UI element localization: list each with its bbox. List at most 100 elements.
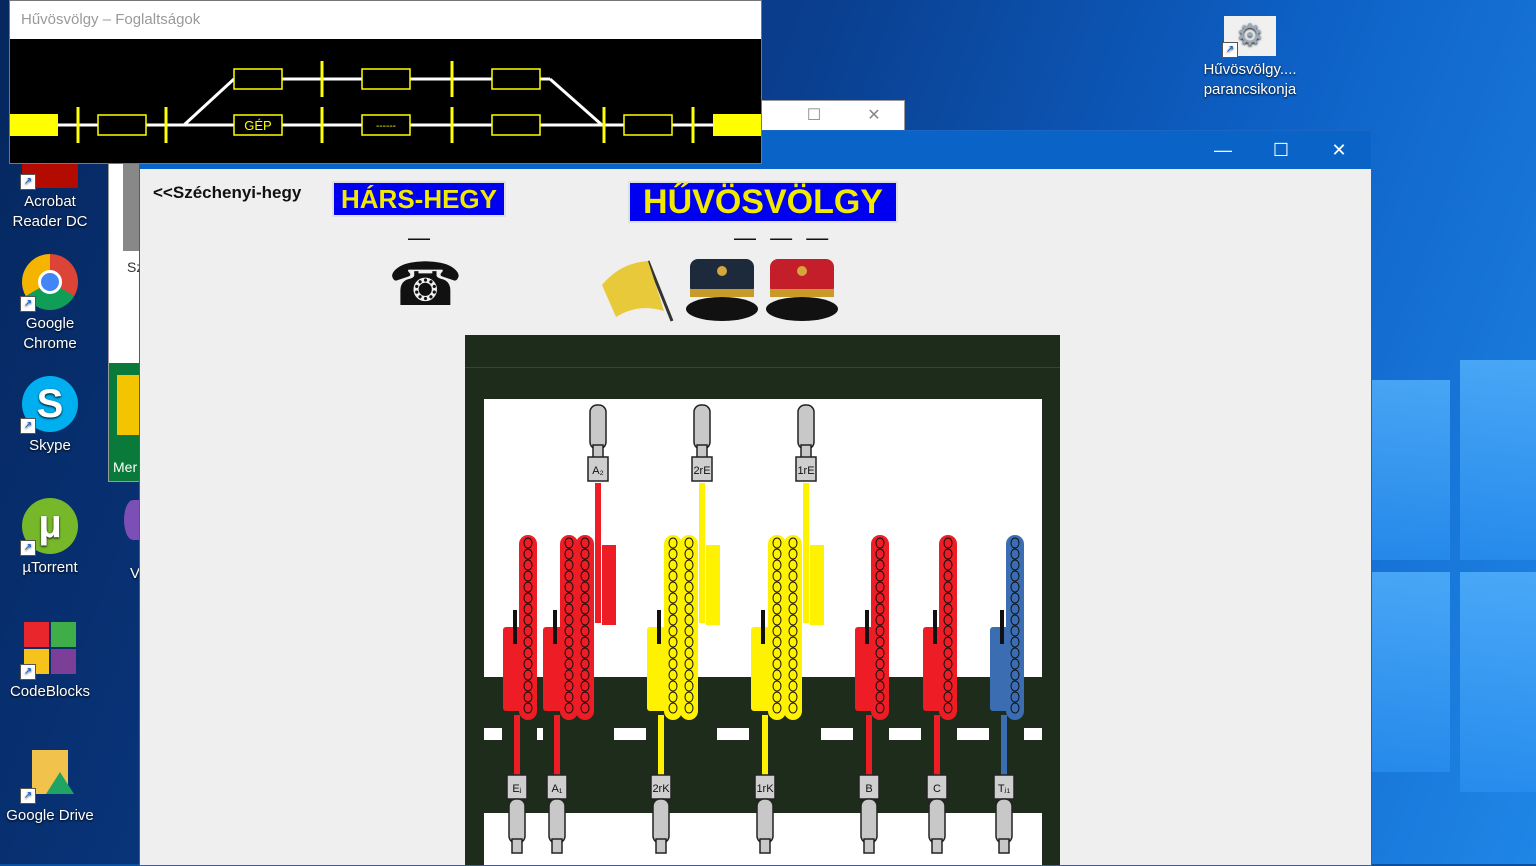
- lever-plate-1rK: 1rK: [754, 774, 776, 800]
- lever-handle-bottom[interactable]: [508, 798, 526, 854]
- desktop-icon-chrome[interactable]: ↗ Google Chrome: [2, 254, 98, 354]
- desktop-icon-label: Google: [25, 315, 75, 332]
- lever-plate-A₂: A₂: [587, 456, 609, 482]
- svg-text:2rK: 2rK: [652, 783, 670, 795]
- desktop-icon-label: Chrome: [23, 335, 77, 352]
- svg-text:B: B: [865, 783, 872, 795]
- desktop-icon-label: Google Drive: [6, 807, 94, 824]
- desktop-icon-label: parancsikonja: [1203, 81, 1297, 98]
- lever-handle-bottom[interactable]: [928, 798, 946, 854]
- desktop-icon-huvosvolgy[interactable]: ⚙ ↗ Hűvösvölgy.... parancsikonja: [1202, 16, 1298, 100]
- desktop-icon-label: CodeBlocks: [9, 683, 91, 700]
- occupancy-titlebar[interactable]: Hűvösvölgy – Foglaltságok: [10, 1, 761, 39]
- lever-chain[interactable]: [560, 535, 578, 720]
- desktop-icon-utorrent[interactable]: µ ↗ µTorrent: [2, 498, 98, 578]
- desktop-icon-codeblocks[interactable]: ↗ CodeBlocks: [2, 622, 98, 702]
- lever-handle-top[interactable]: [797, 404, 815, 460]
- lever-chain[interactable]: [576, 535, 594, 720]
- prev-station-label[interactable]: HÁRS-HEGY: [332, 181, 506, 217]
- track-section[interactable]: [623, 114, 673, 136]
- neighbor-station-link[interactable]: <<Széchenyi-hegy: [153, 183, 301, 203]
- lever-plate-B: B: [858, 774, 880, 800]
- occupancy-window[interactable]: Hűvösvölgy – Foglaltságok GÉP ------: [9, 0, 762, 164]
- shortcut-arrow-icon: ↗: [20, 788, 36, 804]
- stationmaster-cap-icon[interactable]: [764, 253, 840, 325]
- main-interlocking-window[interactable]: — ☐ ✕ <<Széchenyi-hegy HÁRS-HEGY HŰVÖSVÖ…: [139, 130, 1372, 866]
- lever-handle-bottom[interactable]: [548, 798, 566, 854]
- svg-text:C: C: [933, 783, 941, 795]
- track-switch-left: [182, 77, 236, 127]
- lever-chain[interactable]: [784, 535, 802, 720]
- occupancy-title: Hűvösvölgy – Foglaltságok: [21, 11, 201, 28]
- desktop-icon-label: Skype: [29, 437, 71, 454]
- track-label-dashes: ------: [376, 121, 396, 132]
- desktop-icon-label: Reader DC: [12, 213, 88, 230]
- maximize-button[interactable]: ☐: [1252, 131, 1310, 169]
- lever-chain[interactable]: [768, 535, 786, 720]
- lever-handle-bottom[interactable]: [995, 798, 1013, 854]
- lever-handle-top[interactable]: [589, 404, 607, 460]
- mer-app-tile[interactable]: Mer: [109, 363, 139, 481]
- shortcut-arrow-icon: ↗: [20, 664, 36, 680]
- lever-handle-bottom[interactable]: [756, 798, 774, 854]
- desktop-icon-skype[interactable]: S ↗ Skype: [2, 376, 98, 456]
- lever-handle-top[interactable]: [693, 404, 711, 460]
- lever-latch: [553, 610, 557, 644]
- desktop-icon-label: Acrobat: [24, 193, 76, 210]
- lever-body: [706, 545, 720, 625]
- track-section[interactable]: [97, 114, 147, 136]
- mer-partial-label: Mer: [113, 459, 138, 475]
- lever-rod: [803, 483, 809, 623]
- google-drive-icon: ↗: [20, 746, 78, 804]
- shortcut-arrow-icon: ↗: [1222, 42, 1238, 58]
- track-end-block-right[interactable]: [713, 114, 761, 136]
- lever-handle-bottom[interactable]: [860, 798, 878, 854]
- lever-frame: A₂ 2rE 1rE Eⱼ A₁ 2rK 1rK B C Tⱼ₁: [465, 335, 1060, 865]
- shortcut-arrow-icon: ↗: [20, 296, 36, 312]
- shortcut-arrow-icon: ↗: [20, 174, 36, 190]
- lever-rod: [699, 483, 705, 623]
- track-section[interactable]: [361, 68, 411, 90]
- track-end-block-left[interactable]: [10, 114, 58, 136]
- close-button[interactable]: ✕: [1310, 131, 1368, 169]
- shortcut-arrow-icon: ↗: [20, 540, 36, 556]
- track-section[interactable]: [491, 68, 541, 90]
- lever-plate-Tⱼ₁: Tⱼ₁: [993, 774, 1015, 800]
- shortcut-arrow-icon: ↗: [20, 418, 36, 434]
- lever-plate-Eⱼ: Eⱼ: [506, 774, 528, 800]
- lever-chain[interactable]: [939, 535, 957, 720]
- minimize-button[interactable]: —: [1194, 131, 1252, 169]
- track-section[interactable]: [233, 68, 283, 90]
- lever-body: [602, 545, 616, 625]
- lever-latch: [933, 610, 937, 644]
- lever-latch: [761, 610, 765, 644]
- dispatcher-cap-icon[interactable]: [684, 253, 760, 325]
- track-section[interactable]: [491, 114, 541, 136]
- lever-chain[interactable]: [1006, 535, 1024, 720]
- bg-maximize-button[interactable]: ☐: [785, 101, 843, 131]
- desktop-icon-google-drive[interactable]: ↗ Google Drive: [2, 746, 98, 826]
- svg-text:Eⱼ: Eⱼ: [512, 783, 521, 795]
- svg-text:1rK: 1rK: [756, 783, 774, 795]
- svg-text:Tⱼ₁: Tⱼ₁: [998, 783, 1011, 795]
- lever-body: [810, 545, 824, 625]
- lever-rod: [595, 483, 601, 623]
- lever-plate-2rE: 2rE: [691, 456, 713, 482]
- svg-text:A₁: A₁: [551, 783, 562, 795]
- windows-logo-light: [1360, 340, 1536, 864]
- current-station-status: — — —: [734, 225, 833, 250]
- flag-icon[interactable]: [598, 255, 680, 325]
- levers-drawing: A₂ 2rE 1rE Eⱼ A₁ 2rK 1rK B C Tⱼ₁: [503, 404, 1024, 854]
- lever-plate-2rK: 2rK: [650, 774, 672, 800]
- lever-chain[interactable]: [519, 535, 537, 720]
- current-station-label[interactable]: HŰVÖSVÖLGY: [628, 181, 898, 223]
- lever-latch: [657, 610, 661, 644]
- phone-icon[interactable]: ☎: [388, 253, 463, 317]
- lever-handle-bottom[interactable]: [652, 798, 670, 854]
- lever-chain[interactable]: [680, 535, 698, 720]
- lever-chain[interactable]: [871, 535, 889, 720]
- track-label-gep: GÉP: [244, 118, 271, 133]
- skype-icon: S ↗: [20, 376, 78, 434]
- lever-chain[interactable]: [664, 535, 682, 720]
- bg-close-button[interactable]: ✕: [845, 101, 903, 131]
